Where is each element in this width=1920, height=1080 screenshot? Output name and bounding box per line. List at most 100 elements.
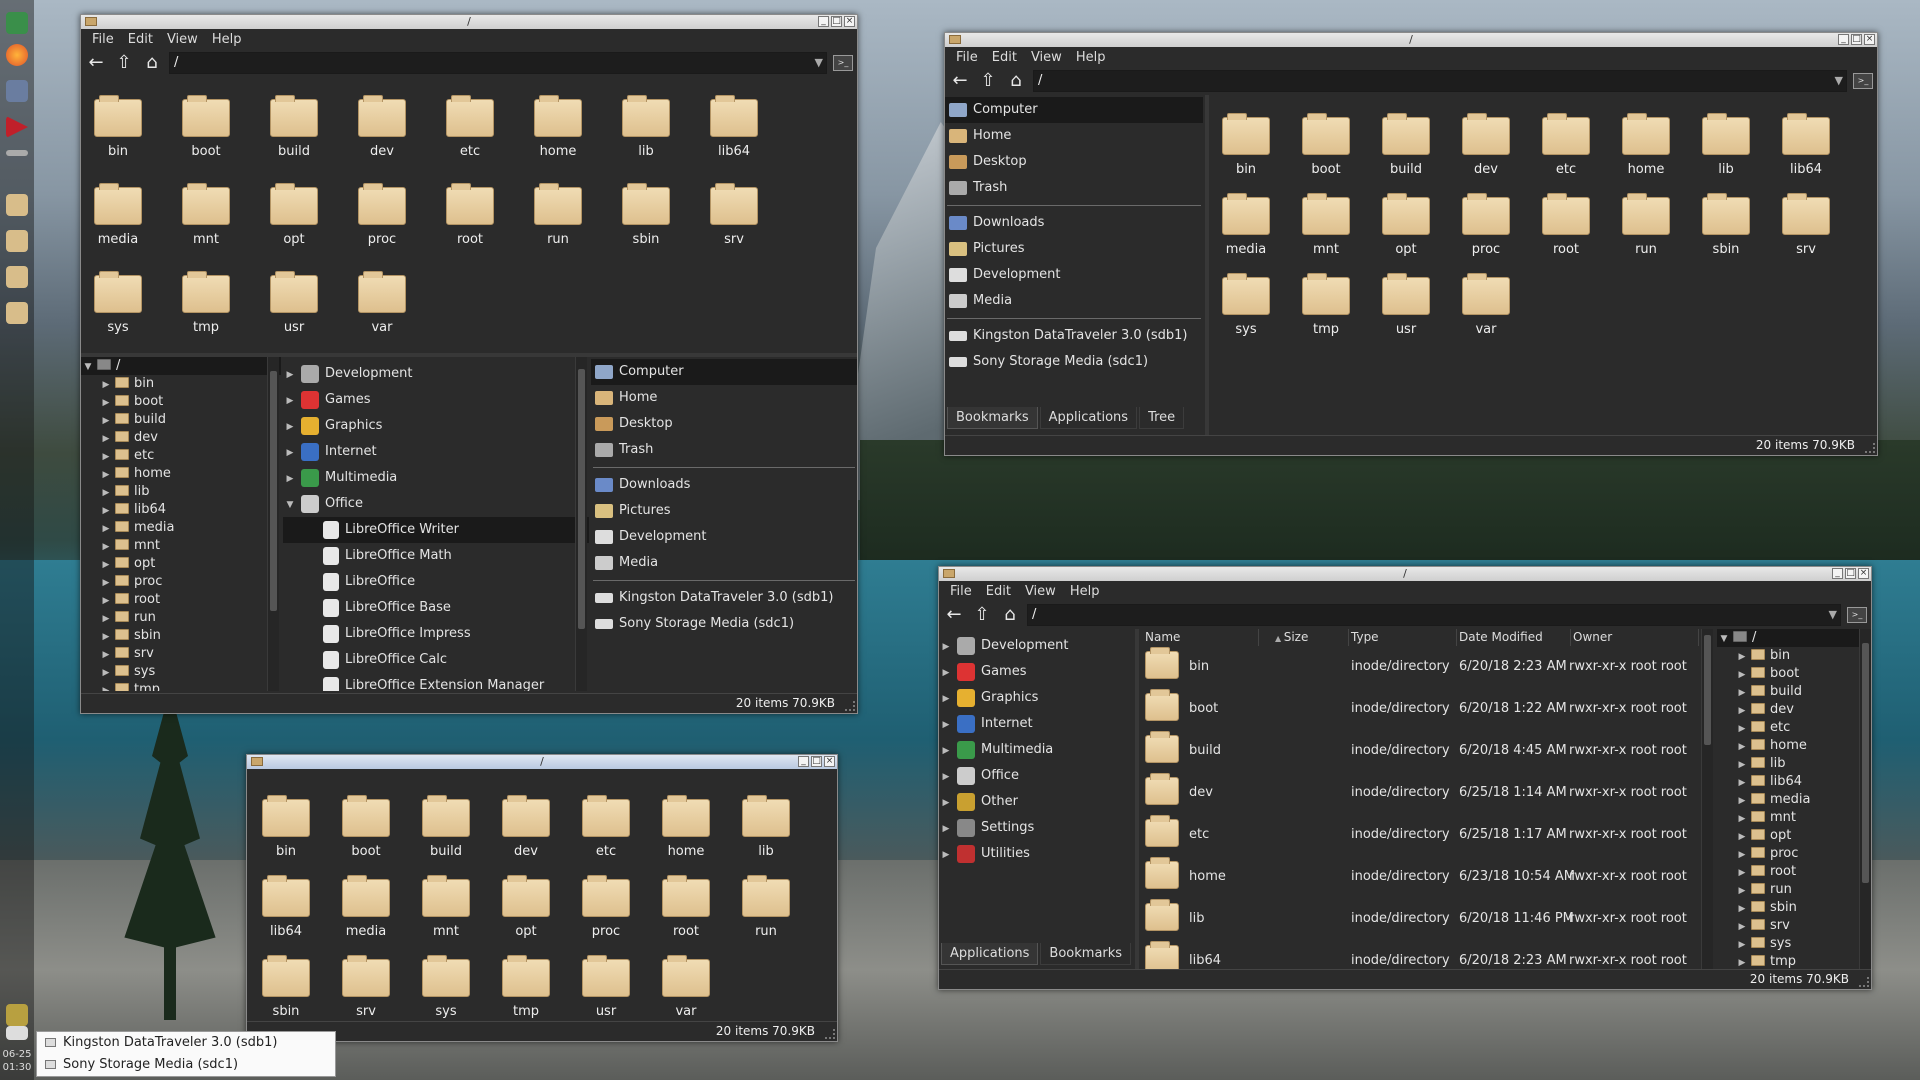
resize-grip[interactable] [825, 1029, 835, 1039]
chevron-right-icon[interactable]: ▶ [283, 414, 297, 440]
chevron-right-icon[interactable]: ▶ [99, 394, 113, 412]
chevron-right-icon[interactable]: ▶ [1735, 936, 1749, 954]
place-item[interactable]: Desktop [945, 149, 1203, 175]
app-category[interactable]: ▶ Multimedia [939, 737, 1135, 763]
chevron-right-icon[interactable]: ▶ [939, 842, 953, 868]
folder-item[interactable]: opt [491, 875, 561, 939]
folder-icon[interactable] [6, 194, 28, 216]
titlebar[interactable]: / _ □ × [81, 15, 857, 29]
folder-item[interactable]: bin [83, 95, 153, 159]
detail-scrollbar[interactable] [1701, 629, 1713, 969]
up-icon[interactable]: ⇧ [971, 604, 993, 626]
app-category[interactable]: ▶ Development [939, 633, 1135, 659]
maximize-button[interactable]: □ [1851, 34, 1862, 45]
bookmark-item[interactable]: Development [591, 524, 857, 550]
table-row[interactable]: bin inode/directory 6/20/18 2:23 AM rwxr-xr… [1139, 647, 1699, 689]
splitter[interactable] [1205, 95, 1209, 435]
file-manager-window-1[interactable]: / _ □ × File Edit View Help ← ⇧ ⌂ / ▼ >_ bin boo… [80, 14, 858, 714]
chevron-right-icon[interactable]: ▶ [99, 646, 113, 664]
close-button[interactable]: × [1858, 568, 1869, 579]
folder-item[interactable]: usr [571, 955, 641, 1019]
chevron-right-icon[interactable]: ▶ [1735, 792, 1749, 810]
menu-help[interactable]: Help [1069, 50, 1113, 65]
folder-item[interactable]: opt [259, 183, 329, 247]
menu-file[interactable]: File [949, 50, 985, 65]
folder-item[interactable]: srv [331, 955, 401, 1019]
chevron-right-icon[interactable]: ▶ [939, 634, 953, 660]
app-category[interactable]: ▶ Graphics [283, 413, 589, 439]
folder-item[interactable]: sbin [251, 955, 321, 1019]
up-icon[interactable]: ⇧ [113, 52, 135, 74]
home-icon[interactable]: ⌂ [1005, 70, 1027, 92]
chevron-right-icon[interactable]: ▶ [1735, 864, 1749, 882]
app-category[interactable]: ▼ Office [283, 491, 589, 517]
menu-edit[interactable]: Edit [979, 584, 1018, 599]
tree-panel[interactable]: ▼ / ▶ bin ▶ boot ▶ build ▶ dev ▶ etc ▶ home ▶ lib ▶ lib64… [81, 357, 281, 691]
chevron-right-icon[interactable]: ▶ [1735, 828, 1749, 846]
tree-item[interactable]: ▶ bin [81, 375, 281, 393]
folder-item[interactable]: usr [259, 271, 329, 335]
chevron-right-icon[interactable]: ▶ [99, 430, 113, 448]
column-header[interactable]: Type [1349, 629, 1457, 646]
column-header[interactable]: ▲ Size [1259, 629, 1349, 646]
tree-item[interactable]: ▶ boot [81, 393, 281, 411]
folder-item[interactable]: bin [251, 795, 321, 859]
app-category[interactable]: ▶ Office [939, 763, 1135, 789]
chevron-right-icon[interactable]: ▶ [1735, 756, 1749, 774]
resize-grip[interactable] [845, 701, 855, 711]
folder-item[interactable]: etc [571, 795, 641, 859]
places-panel[interactable]: Computer Home Desktop Trash Downloads Picture… [591, 357, 857, 691]
chevron-right-icon[interactable]: ▶ [283, 388, 297, 414]
table-row[interactable]: home inode/directory 6/23/18 10:54 AM rwxr-… [1139, 857, 1699, 899]
tree-item[interactable]: ▶ etc [1717, 719, 1871, 737]
titlebar[interactable]: / _ □ × [247, 755, 837, 769]
tree-item[interactable]: ▶ proc [1717, 845, 1871, 863]
minimize-button[interactable]: _ [818, 16, 829, 27]
chevron-right-icon[interactable]: ▶ [283, 440, 297, 466]
chevron-right-icon[interactable]: ▶ [283, 362, 297, 388]
folder-item[interactable]: proc [571, 875, 641, 939]
app-category[interactable]: ▶ Games [283, 387, 589, 413]
tree-item[interactable]: ▶ opt [81, 555, 281, 573]
chevron-right-icon[interactable]: ▶ [1735, 810, 1749, 828]
chevron-right-icon[interactable]: ▶ [1735, 684, 1749, 702]
folder-item[interactable]: lib64 [1771, 113, 1841, 177]
tree-item[interactable]: ▶ lib [81, 483, 281, 501]
back-icon[interactable]: ← [943, 604, 965, 626]
menu-view[interactable]: View [160, 32, 205, 47]
chevron-right-icon[interactable]: ▶ [1735, 666, 1749, 684]
folder-item[interactable]: boot [171, 95, 241, 159]
folder-item[interactable]: dev [347, 95, 417, 159]
app-item[interactable]: LibreOffice Impress [283, 621, 589, 647]
folder-icon[interactable] [6, 230, 28, 252]
chevron-right-icon[interactable]: ▶ [99, 574, 113, 592]
folder-icon[interactable] [6, 302, 28, 324]
resize-grip[interactable] [1859, 977, 1869, 987]
popup-device-item[interactable]: Sony Storage Media (sdc1) [37, 1054, 335, 1076]
bookmark-item[interactable]: Media [591, 550, 857, 576]
maximize-button[interactable]: □ [1845, 568, 1856, 579]
chevron-down-icon[interactable]: ▼ [1829, 605, 1837, 625]
titlebar[interactable]: / _ □ × [945, 33, 1877, 47]
table-row[interactable]: lib64 inode/directory 6/20/18 2:23 AM rwxr-… [1139, 941, 1699, 969]
tree-item[interactable]: ▶ etc [81, 447, 281, 465]
folder-item[interactable]: mnt [411, 875, 481, 939]
firefox-icon[interactable] [6, 44, 28, 66]
folder-item[interactable]: var [651, 955, 721, 1019]
maximize-button[interactable]: □ [831, 16, 842, 27]
folder-item[interactable]: lib64 [251, 875, 321, 939]
tree-item[interactable]: ▶ dev [1717, 701, 1871, 719]
folder-item[interactable]: boot [1291, 113, 1361, 177]
close-button[interactable]: × [824, 756, 835, 767]
terminal-icon[interactable]: >_ [1853, 73, 1873, 89]
tree-item[interactable]: ▶ proc [81, 573, 281, 591]
folder-item[interactable]: home [1611, 113, 1681, 177]
folder-item[interactable]: run [523, 183, 593, 247]
tree-item[interactable]: ▶ home [1717, 737, 1871, 755]
folder-item[interactable]: proc [347, 183, 417, 247]
menu-edit[interactable]: Edit [985, 50, 1024, 65]
chevron-right-icon[interactable]: ▶ [99, 682, 113, 691]
folder-item[interactable]: usr [1371, 273, 1441, 337]
tree-item[interactable]: ▶ boot [1717, 665, 1871, 683]
chevron-down-icon[interactable]: ▼ [283, 492, 297, 518]
